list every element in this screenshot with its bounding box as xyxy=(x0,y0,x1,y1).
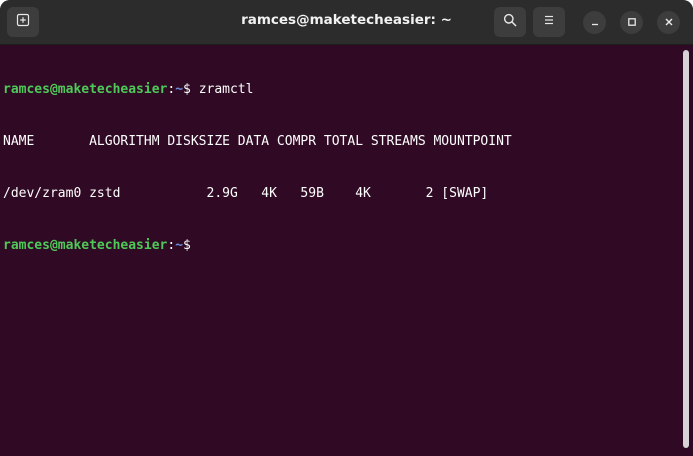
minimize-button[interactable] xyxy=(583,11,606,34)
search-icon xyxy=(503,13,517,32)
prompt-user-host: ramces@maketecheasier xyxy=(3,238,168,254)
active-prompt-line: ramces@maketecheasier:~$ xyxy=(3,237,679,254)
minimize-icon xyxy=(590,14,600,32)
output-row: /dev/zram0 zstd 2.9G 4K 59B 4K 2 [SWAP] xyxy=(3,186,489,202)
close-icon xyxy=(664,14,674,32)
terminal-output[interactable]: ramces@maketecheasier:~$ zramctl NAME AL… xyxy=(3,46,679,456)
maximize-button[interactable] xyxy=(620,11,643,34)
search-button[interactable] xyxy=(494,7,526,37)
scrollbar-thumb[interactable] xyxy=(683,50,689,448)
menu-button[interactable] xyxy=(533,7,565,37)
close-button[interactable] xyxy=(657,11,680,34)
new-tab-button[interactable] xyxy=(7,7,39,37)
hamburger-menu-icon xyxy=(542,13,556,32)
prompt-path: ~ xyxy=(175,81,184,97)
prompt-user-host: ramces@maketecheasier xyxy=(3,81,168,97)
output-header: NAME ALGORITHM DISKSIZE DATA COMPR TOTAL… xyxy=(3,134,512,150)
new-tab-icon xyxy=(16,13,30,32)
prompt-symbol: $ xyxy=(183,81,199,97)
scrollbar-track[interactable] xyxy=(681,46,691,456)
maximize-icon xyxy=(627,14,637,32)
title-bar: ramces@maketecheasier: ~ xyxy=(0,0,693,45)
terminal-window: ramces@maketecheasier: ~ ramces@maketech… xyxy=(0,0,693,456)
prompt-symbol: $ xyxy=(183,238,199,254)
prompt-path: ~ xyxy=(175,238,184,254)
command-line: ramces@maketecheasier:~$ zramctl xyxy=(3,81,679,98)
command-text: zramctl xyxy=(198,81,254,97)
